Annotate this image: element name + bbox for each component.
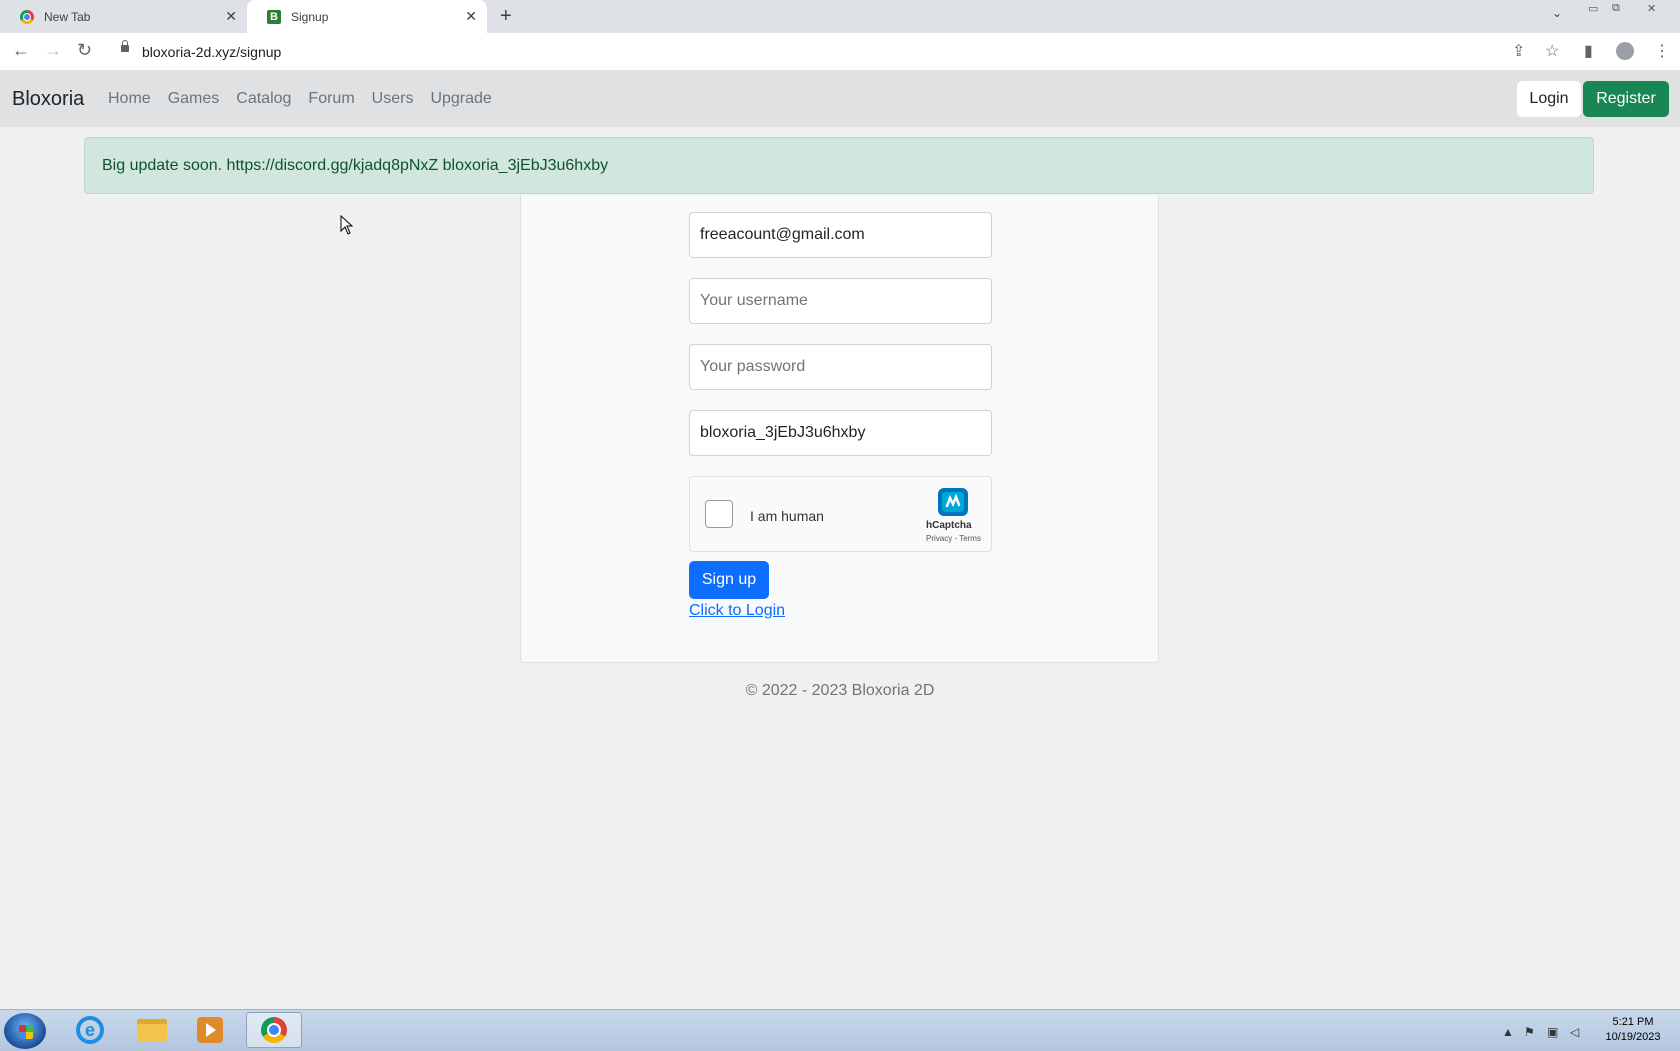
tray-network-icon[interactable]: ▣ <box>1547 1025 1558 1039</box>
lock-icon[interactable] <box>121 40 129 52</box>
captcha-brand: hCaptcha <box>926 520 972 531</box>
system-clock[interactable]: 5:21 PM 10/19/2023 <box>1598 1015 1668 1045</box>
chrome-icon <box>261 1017 287 1043</box>
address-bar-row: ← → ↻ bloxoria-2d.xyz/signup ⇪ ☆ ▮ ⋮ <box>0 33 1680 71</box>
captcha-label: I am human <box>750 508 824 524</box>
nav-users[interactable]: Users <box>372 90 414 108</box>
taskbar-explorer[interactable] <box>124 1012 180 1048</box>
close-tab-icon[interactable]: ✕ <box>465 8 477 25</box>
site-navbar: Bloxoria Home Games Catalog Forum Users … <box>0 70 1680 127</box>
username-field[interactable] <box>689 278 992 324</box>
tab-search-chevron-icon[interactable]: ⌄ <box>1552 6 1562 20</box>
close-tab-icon[interactable]: ✕ <box>225 8 237 25</box>
tab-signup[interactable]: B Signup ✕ <box>247 0 487 33</box>
windows-logo-icon <box>19 1025 33 1039</box>
nav-catalog[interactable]: Catalog <box>236 90 291 108</box>
captcha-privacy-terms[interactable]: Privacy - Terms <box>926 534 981 543</box>
hcaptcha-logo-icon <box>938 488 968 516</box>
register-button[interactable]: Register <box>1583 81 1669 117</box>
taskbar-chrome[interactable] <box>246 1012 302 1048</box>
back-arrow-icon[interactable]: ← <box>12 40 30 61</box>
media-player-icon <box>197 1017 223 1043</box>
email-field[interactable] <box>689 212 992 258</box>
tab-new-tab[interactable]: New Tab ✕ <box>0 0 247 33</box>
profile-avatar-icon[interactable] <box>1616 42 1634 60</box>
windows-taskbar: e ▲ ⚑ ▣ ◁ 5:21 PM 10/19/2023 <box>0 1009 1680 1051</box>
side-panel-icon[interactable]: ▮ <box>1584 41 1593 61</box>
tab-label: Signup <box>291 9 329 24</box>
bookmark-star-icon[interactable]: ☆ <box>1545 41 1559 61</box>
restore-icon[interactable]: ⧉ <box>1612 2 1620 15</box>
nav-games[interactable]: Games <box>168 90 220 108</box>
site-brand[interactable]: Bloxoria <box>12 88 84 111</box>
start-button[interactable] <box>4 1013 46 1049</box>
nav-forum[interactable]: Forum <box>308 90 354 108</box>
code-field[interactable] <box>689 410 992 456</box>
minimize-icon[interactable]: ▭ <box>1588 2 1598 15</box>
taskbar-media-player[interactable] <box>182 1012 238 1048</box>
share-icon[interactable]: ⇪ <box>1512 41 1525 61</box>
tray-expand-icon[interactable]: ▲ <box>1502 1025 1514 1039</box>
signup-button[interactable]: Sign up <box>689 561 769 599</box>
new-tab-plus-icon[interactable]: + <box>500 5 512 28</box>
reload-icon[interactable]: ↻ <box>77 40 92 61</box>
taskbar-ie[interactable]: e <box>62 1012 118 1048</box>
folder-icon <box>137 1019 167 1041</box>
close-window-icon[interactable]: ✕ <box>1647 2 1656 15</box>
nav-links: Home Games Catalog Forum Users Upgrade <box>108 90 509 108</box>
bloxoria-favicon-icon: B <box>267 9 281 24</box>
captcha-checkbox[interactable] <box>705 500 733 528</box>
announcement-alert: Big update soon. https://discord.gg/kjad… <box>84 137 1594 194</box>
chrome-icon <box>20 9 34 24</box>
hcaptcha-widget: I am human hCaptcha Privacy - Terms <box>689 476 992 552</box>
menu-kebab-icon[interactable]: ⋮ <box>1654 41 1670 61</box>
tray-volume-icon[interactable]: ◁ <box>1570 1025 1579 1039</box>
clock-date: 10/19/2023 <box>1605 1031 1661 1043</box>
url-text[interactable]: bloxoria-2d.xyz/signup <box>142 44 281 60</box>
forward-arrow-icon[interactable]: → <box>44 40 62 61</box>
password-field[interactable] <box>689 344 992 390</box>
mouse-pointer-icon <box>340 215 354 235</box>
tray-flag-icon[interactable]: ⚑ <box>1524 1025 1535 1039</box>
tab-label: New Tab <box>44 9 91 24</box>
footer-copyright: © 2022 - 2023 Bloxoria 2D <box>745 682 935 699</box>
browser-tab-bar: New Tab ✕ B Signup ✕ + ⌄ ▭ ⧉ ✕ <box>0 0 1680 33</box>
nav-home[interactable]: Home <box>108 90 151 108</box>
nav-upgrade[interactable]: Upgrade <box>430 90 491 108</box>
internet-explorer-icon: e <box>76 1016 104 1044</box>
login-button[interactable]: Login <box>1517 81 1581 117</box>
login-link[interactable]: Click to Login <box>689 602 785 620</box>
clock-time: 5:21 PM <box>1612 1016 1654 1028</box>
